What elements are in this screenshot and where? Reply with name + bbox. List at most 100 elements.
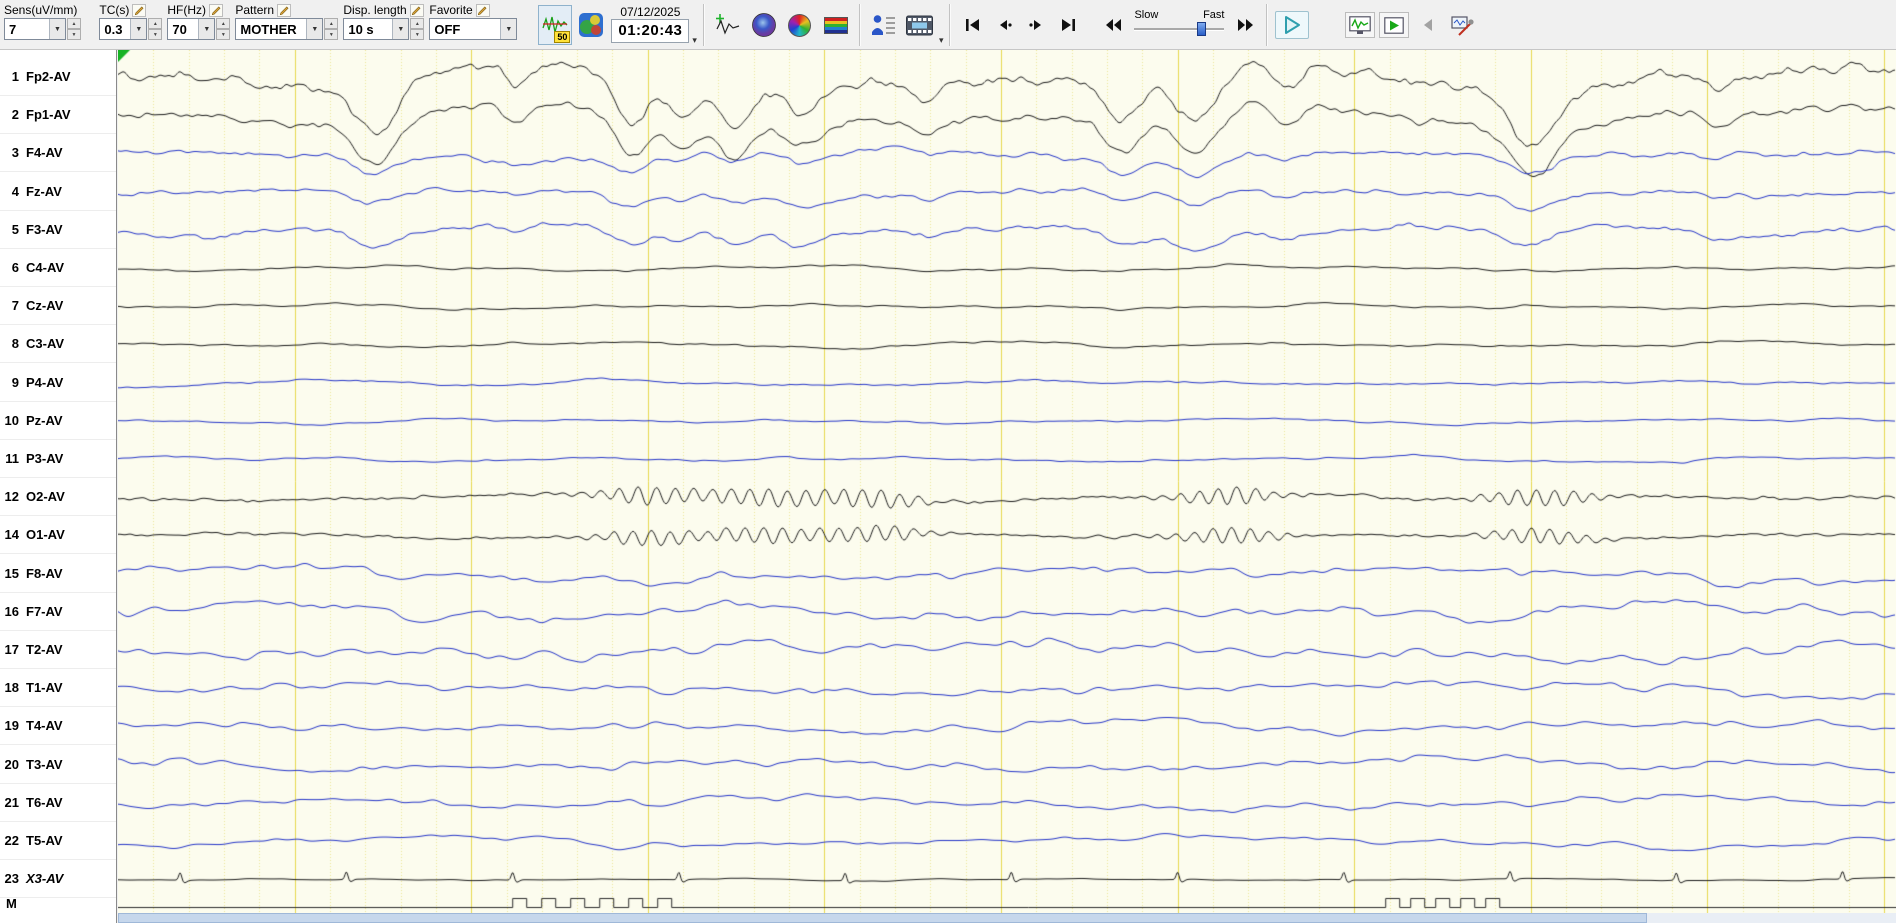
spin-up-button[interactable]: ▲ [216,18,231,29]
skip-to-start-button[interactable] [957,11,987,39]
toolbar-overflow-arrow[interactable]: ▾ [939,35,944,46]
field-spinner[interactable]: ▲ ▼ [67,18,81,40]
edit-pencil-button[interactable] [209,3,224,17]
field-combobox[interactable]: 10 s ▼ [343,18,410,40]
montage-setup-icon [1451,15,1474,36]
edit-pencil-button[interactable] [277,3,292,17]
field-combobox[interactable]: 70 ▼ [167,18,216,40]
spin-down-button[interactable]: ▼ [148,29,163,40]
channel-row[interactable]: 14 O1-AV [0,516,116,555]
channel-row[interactable]: 22 T5-AV [0,822,116,860]
skip-to-end-button[interactable] [1053,11,1083,39]
step-back-button[interactable] [989,11,1019,39]
setup-tools-button[interactable] [1447,12,1477,38]
field-spinner[interactable]: ▲ ▼ [148,18,163,40]
toolbar-overflow-arrow[interactable]: ▾ [692,35,697,46]
chevron-down-icon[interactable]: ▼ [306,19,323,39]
fast-forward-button[interactable] [1230,11,1260,39]
field-combobox[interactable]: OFF ▼ [429,18,518,40]
channel-number: 21 [4,794,19,810]
channel-row[interactable]: 21 T6-AV [0,784,116,822]
field-combobox[interactable]: 0.3 ▼ [99,18,148,40]
color-map-button[interactable] [783,5,817,45]
field-spinner[interactable]: ▲ ▼ [324,18,339,40]
channel-number: 18 [4,680,19,696]
toolbar-field-group: Disp. length 10 s ▼ ▲ ▼ [343,2,425,40]
channel-row[interactable]: 12 O2-AV [0,478,116,517]
datetime-display: 07/12/2025 01:20:43 [611,5,690,43]
channel-row[interactable]: 2 Fp1-AV [0,96,116,135]
channel-row[interactable]: 5 F3-AV [0,211,116,249]
spin-up-button[interactable]: ▲ [324,18,339,29]
edit-pencil-button[interactable] [475,3,490,17]
channel-row[interactable]: 20 T3-AV [0,746,116,784]
filter-50-badge: 50 [554,31,571,43]
scrollbar-thumb[interactable] [118,913,1648,923]
channel-number: 3 [11,145,19,161]
spin-up-button[interactable]: ▲ [148,18,163,29]
field-combobox[interactable]: 7 ▼ [4,18,66,40]
channel-row[interactable]: 3 F4-AV [0,134,116,173]
channel-row[interactable]: 7 Cz-AV [0,287,116,326]
back-page-button[interactable] [1413,12,1443,38]
wave-event-button[interactable] [711,5,745,45]
chevron-down-icon[interactable]: ▼ [392,19,409,39]
video-button[interactable] [903,5,937,45]
channel-sidebar: 1 Fp2-AV 2 Fp1-AV 3 F4-AV 4 Fz-AV 5 F3-A… [0,50,117,923]
field-label: TC(s) [99,3,130,17]
channel-row[interactable]: 1 Fp2-AV [0,58,116,96]
channel-label: T2-AV [26,642,63,657]
channel-row[interactable]: 6 C4-AV [0,249,116,287]
gray-back-arrow-icon [1424,19,1433,31]
edit-pencil-button[interactable] [132,3,147,17]
edit-pencil-button[interactable] [409,3,424,17]
step-forward-button[interactable] [1021,11,1051,39]
play-button[interactable] [1275,11,1310,39]
topography-button[interactable] [747,5,781,45]
patient-list-button[interactable] [867,5,901,45]
field-spinner[interactable]: ▲ ▼ [216,18,231,40]
channel-row[interactable]: 8 C3-AV [0,325,116,364]
start-review-button[interactable] [1379,12,1410,38]
spin-down-button[interactable]: ▼ [324,29,339,40]
spin-down-button[interactable]: ▼ [67,29,81,40]
chevron-down-icon[interactable]: ▼ [49,19,65,39]
channel-row[interactable]: 16 F7-AV [0,593,116,631]
channel-number: 22 [4,833,19,848]
field-spinner[interactable]: ▲ ▼ [410,18,425,40]
slider-thumb[interactable] [1196,22,1206,36]
eeg-trace-canvas[interactable] [118,50,1896,913]
pencil-icon [134,6,144,15]
channel-number: 8 [11,336,19,352]
field-combobox[interactable]: MOTHER ▼ [235,18,324,40]
channel-row[interactable]: 19 T4-AV [0,707,116,746]
channel-row[interactable]: 23 X3-AV [0,860,116,899]
spin-down-button[interactable]: ▼ [216,29,231,40]
channel-number: 11 [5,451,19,466]
mapping-button[interactable] [574,5,608,45]
combo-value: MOTHER [240,21,297,37]
channel-row[interactable]: 17 T2-AV [0,631,116,669]
channel-row[interactable]: 9 P4-AV [0,364,116,402]
spin-down-button[interactable]: ▼ [410,29,425,40]
chevron-down-icon[interactable]: ▼ [130,19,147,39]
chevron-down-icon[interactable]: ▼ [500,19,517,39]
spin-up-button[interactable]: ▲ [67,18,81,29]
channel-row[interactable]: 18 T1-AV [0,669,116,708]
chevron-down-icon[interactable]: ▼ [198,19,215,39]
channel-label: T6-AV [26,794,63,810]
channel-label: C4-AV [26,260,65,275]
ac-filter-50-button[interactable]: 50 [538,5,573,45]
horizontal-scrollbar[interactable] [118,913,1896,923]
channel-row[interactable]: 15 F8-AV [0,555,116,593]
channel-row[interactable]: 11 P3-AV [0,440,116,478]
dsa-trend-button[interactable] [819,5,853,45]
spin-up-button[interactable]: ▲ [410,18,425,29]
channel-row[interactable]: 10 Pz-AV [0,402,116,440]
field-label: Pattern [235,3,275,17]
speed-slider[interactable]: Slow Fast [1132,9,1226,37]
channel-row[interactable]: 4 Fz-AV [0,173,116,211]
channel-label: C3-AV [26,336,65,352]
monitor-wave-button[interactable] [1345,12,1376,38]
fast-rewind-button[interactable] [1098,11,1128,39]
